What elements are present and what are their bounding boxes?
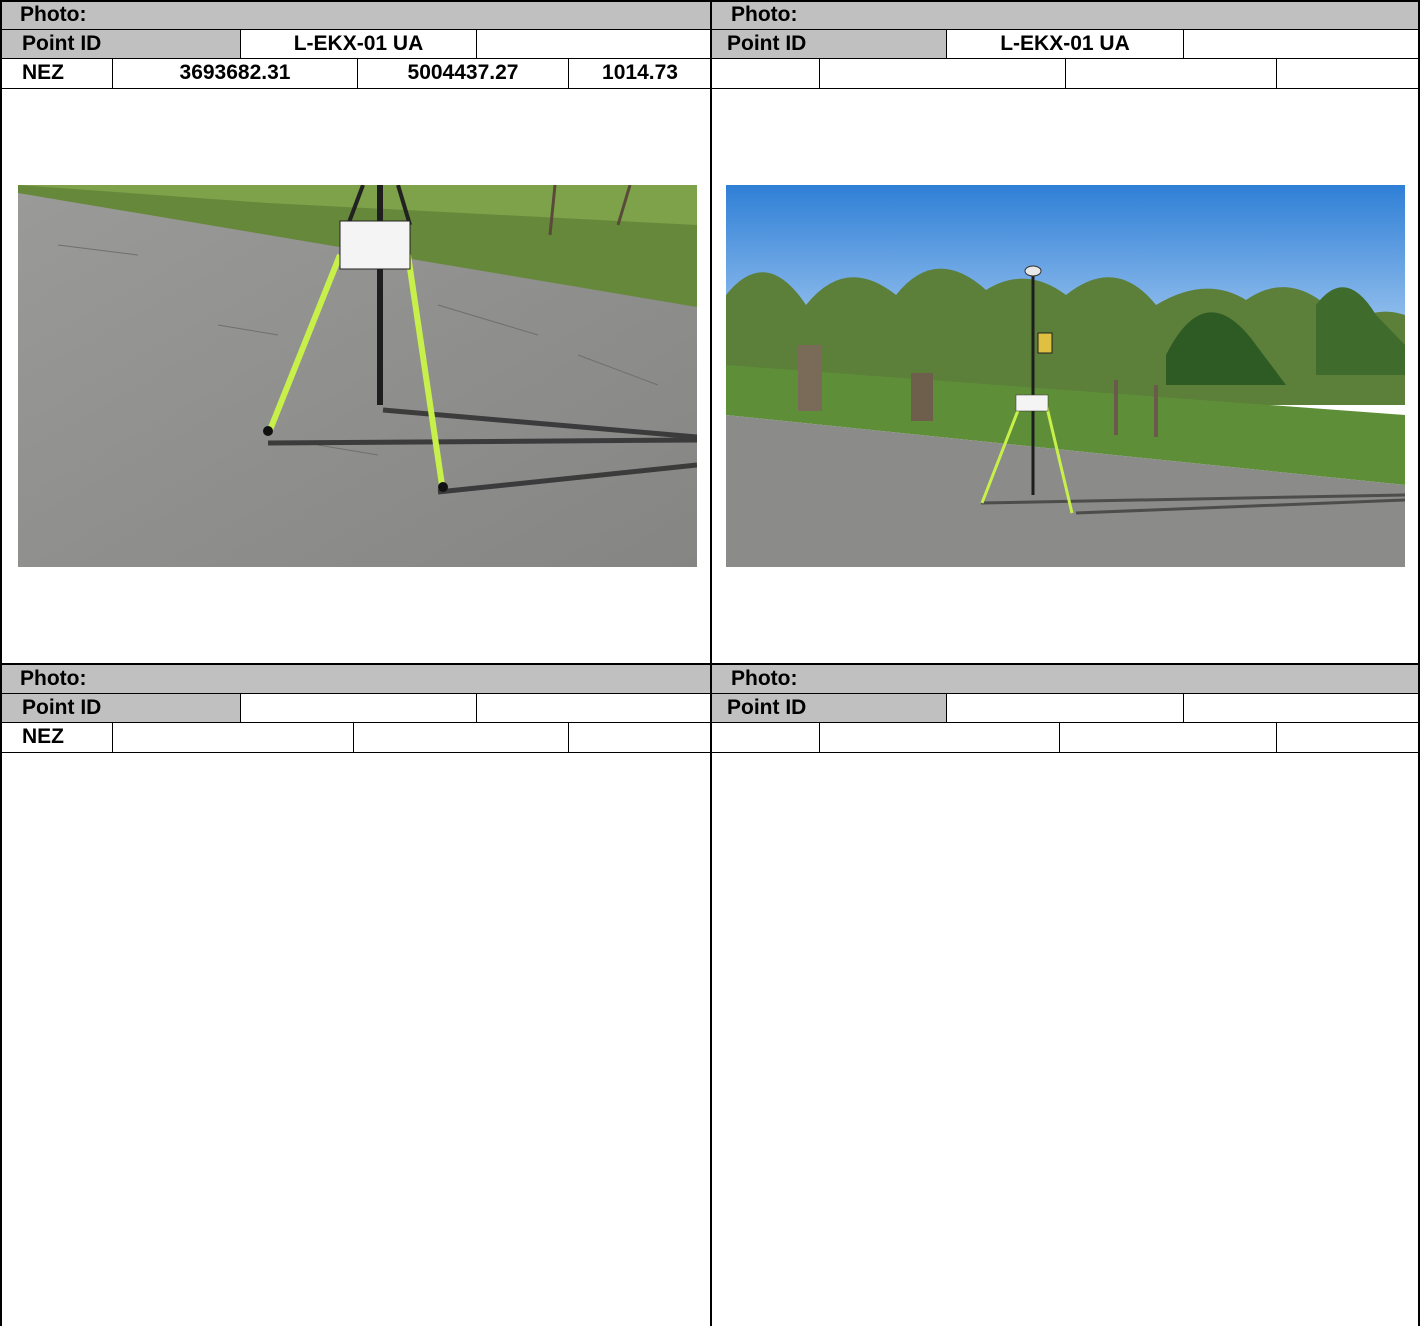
frame-top-border [0,0,1420,2]
survey-closeup-photo [18,185,697,567]
photo-label: Photo: [731,667,798,690]
point-id-row: Point ID [711,694,1420,723]
frame-middle-divider [0,663,1420,665]
photo-area [0,753,711,1326]
point-id-value: L-EKX-01 UA [946,30,1183,58]
point-id-row: Point ID [0,694,711,723]
easting-value: 5004437.27 [357,59,568,88]
elevation-value [568,723,711,752]
point-id-value: L-EKX-01 UA [240,30,476,58]
photo-header-row: Photo: [0,0,711,30]
point-id-extra [1183,694,1420,722]
elevation-value [1276,723,1420,752]
northing-value [112,723,353,752]
northing-value [819,59,1065,88]
photo-header-row: Photo: [0,664,711,694]
nez-row: NEZ 3693682.31 5004437.27 1014.73 [0,59,711,89]
easting-value [1065,59,1276,88]
nez-label: NEZ [22,61,64,84]
point-id-value [240,694,476,722]
nez-label: NEZ [22,725,64,748]
photo-header-row: Photo: [711,664,1420,694]
nez-row [711,723,1420,753]
nez-row: NEZ [0,723,711,753]
photo-label: Photo: [20,667,87,690]
point-id-label: Point ID [711,694,946,722]
point-id-label: Point ID [711,30,946,58]
point-id-extra [476,694,711,722]
point-id-extra [1183,30,1420,58]
point-id-label: Point ID [0,694,240,722]
photo-area [711,753,1420,1326]
easting-value [1059,723,1276,752]
point-id-row: Point ID L-EKX-01 UA [0,30,711,59]
photo-panel-3: Photo: Point ID NEZ [0,664,711,1326]
northing-value [819,723,1059,752]
elevation-value: 1014.73 [568,59,711,88]
point-id-row: Point ID L-EKX-01 UA [711,30,1420,59]
point-id-label: Point ID [0,30,240,58]
point-id-extra [476,30,711,58]
point-id-value [946,694,1183,722]
elevation-value [1276,59,1420,88]
nez-label [711,59,819,88]
photo-header-row: Photo: [711,0,1420,30]
photo-label: Photo: [20,3,87,26]
northing-value: 3693682.31 [112,59,357,88]
nez-label [711,723,819,752]
easting-value [353,723,568,752]
photo-panel-4: Photo: Point ID [711,664,1420,1326]
survey-overview-photo [726,185,1405,567]
photo-label: Photo: [731,3,798,26]
nez-row [711,59,1420,89]
